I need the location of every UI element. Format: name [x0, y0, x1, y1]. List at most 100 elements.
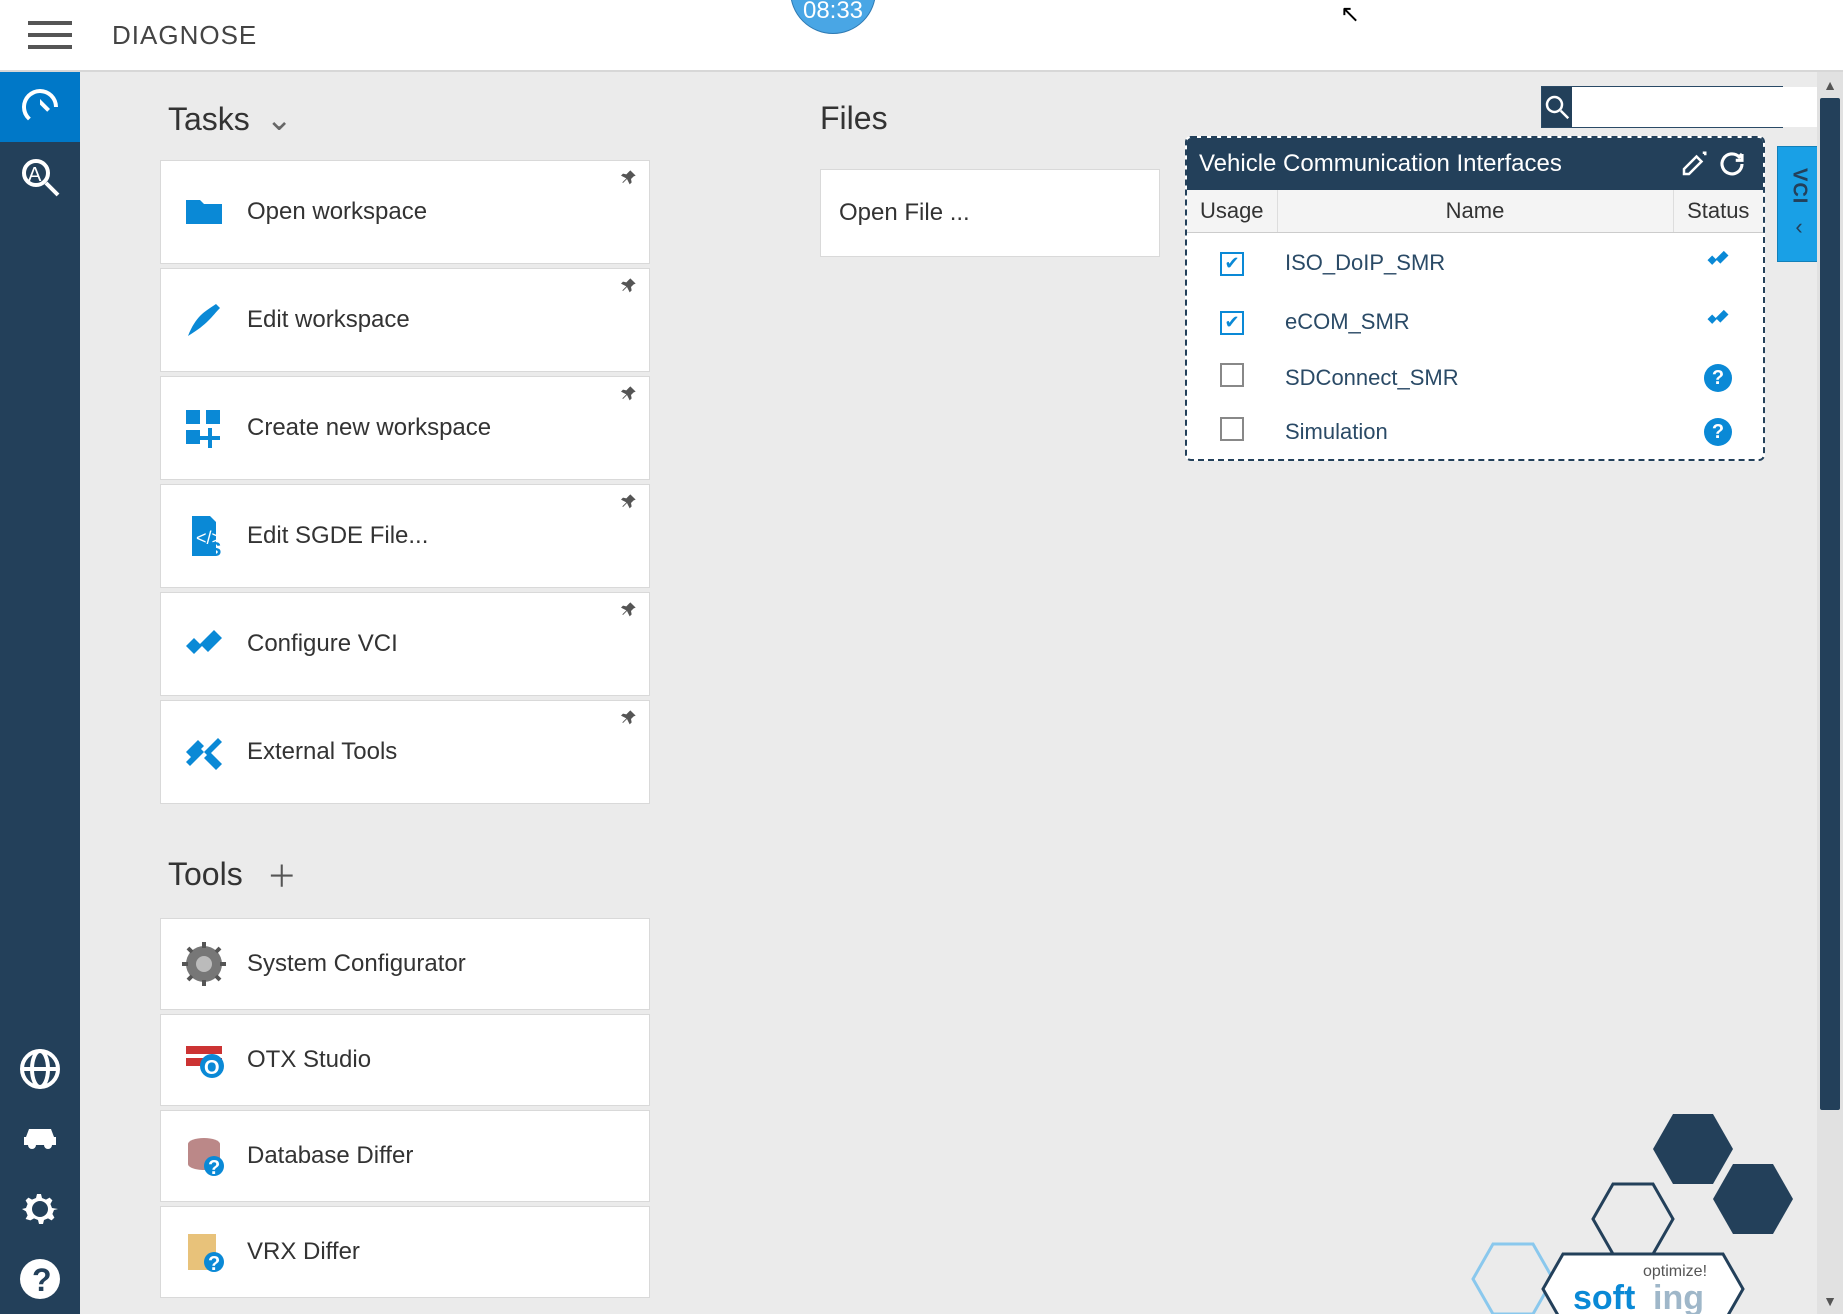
search-box[interactable]	[1541, 86, 1783, 128]
task-icon	[161, 296, 247, 344]
files-column: Files Open File ...	[820, 100, 1520, 257]
vci-tab-label: VCI	[1788, 168, 1811, 204]
page-title: DIAGNOSE	[112, 20, 257, 51]
vertical-scrollbar[interactable]: ▲ ▼	[1817, 72, 1843, 1314]
sidebar-item-web[interactable]	[0, 1034, 80, 1104]
vci-status	[1673, 292, 1763, 351]
pin-icon[interactable]	[621, 493, 637, 514]
pin-icon[interactable]	[621, 709, 637, 730]
globe-icon	[16, 1045, 64, 1093]
task-icon	[161, 620, 247, 668]
pin-icon[interactable]	[621, 277, 637, 298]
chevron-left-icon: ‹	[1795, 214, 1802, 240]
task-icon	[161, 728, 247, 776]
task-card[interactable]: Configure VCI	[160, 592, 650, 696]
vci-row[interactable]: Simulation?	[1187, 405, 1763, 459]
tool-label: System Configurator	[247, 950, 466, 978]
tool-card[interactable]: ? Database Differ	[160, 1110, 650, 1202]
task-label: Open workspace	[247, 198, 427, 226]
task-card[interactable]: Edit workspace	[160, 268, 650, 372]
tool-card[interactable]: System Configurator	[160, 918, 650, 1010]
task-label: External Tools	[247, 738, 397, 766]
logo-line2-b: ing	[1653, 1279, 1704, 1314]
help-status-icon: ?	[1704, 418, 1732, 446]
sidebar-item-help[interactable]: ?	[0, 1244, 80, 1314]
vci-name: Simulation	[1277, 405, 1673, 459]
search-input[interactable]	[1572, 87, 1820, 127]
sidebar-item-analyze[interactable]: A	[0, 142, 80, 212]
task-icon	[161, 188, 247, 236]
vci-status	[1673, 233, 1763, 293]
scroll-thumb[interactable]	[1820, 98, 1840, 1110]
vci-usage-checkbox[interactable]	[1220, 363, 1244, 387]
plug-icon	[1704, 249, 1732, 279]
scroll-down-icon[interactable]: ▼	[1817, 1288, 1843, 1314]
pin-icon[interactable]	[621, 169, 637, 190]
tool-label: Database Differ	[247, 1142, 413, 1170]
vci-side-tab[interactable]: VCI ‹	[1777, 146, 1821, 262]
task-label: Create new workspace	[247, 414, 491, 442]
plug-icon	[1704, 308, 1732, 338]
tool-label: OTX Studio	[247, 1046, 371, 1074]
refresh-icon[interactable]	[1713, 145, 1751, 183]
sidebar-item-diagnose[interactable]	[0, 72, 80, 142]
vci-col-status: Status	[1673, 190, 1763, 233]
left-sidebar: A ?	[0, 72, 80, 1314]
svg-text:O: O	[204, 1057, 220, 1079]
task-label: Configure VCI	[247, 630, 398, 658]
files-heading: Files	[820, 100, 1520, 137]
edit-icon[interactable]	[1675, 145, 1713, 183]
task-card[interactable]: External Tools	[160, 700, 650, 804]
tool-icon: ?	[161, 1132, 247, 1180]
tool-card[interactable]: O OTX Studio	[160, 1014, 650, 1106]
logo-line1: optimize!	[1643, 1263, 1707, 1280]
plus-icon[interactable]: ＋	[267, 852, 297, 896]
vci-name: SDConnect_SMR	[1277, 351, 1673, 405]
sidebar-item-vehicle[interactable]	[0, 1104, 80, 1174]
search-a-icon: A	[16, 153, 64, 201]
sidebar-item-settings[interactable]	[0, 1174, 80, 1244]
scroll-up-icon[interactable]: ▲	[1817, 72, 1843, 98]
vci-status: ?	[1673, 351, 1763, 405]
chevron-down-icon: ⌄	[266, 100, 293, 138]
top-bar: DIAGNOSE	[0, 0, 1843, 72]
brand-logo: optimize! soft ing	[1443, 1104, 1803, 1314]
task-label: Edit SGDE File...	[247, 522, 428, 550]
pin-icon[interactable]	[621, 385, 637, 406]
tool-card[interactable]: ? VRX Differ	[160, 1206, 650, 1298]
tool-icon	[161, 940, 247, 988]
help-icon: ?	[16, 1255, 64, 1303]
svg-text:S: S	[208, 539, 221, 560]
task-icon	[161, 404, 247, 452]
task-label: Edit workspace	[247, 306, 410, 334]
tools-heading[interactable]: Tools ＋	[168, 852, 650, 896]
vci-usage-checkbox[interactable]	[1220, 417, 1244, 441]
pin-icon[interactable]	[621, 601, 637, 622]
help-status-icon: ?	[1704, 364, 1732, 392]
gauge-icon	[16, 83, 64, 131]
hamburger-menu-button[interactable]	[28, 13, 72, 57]
tasks-heading-label: Tasks	[168, 101, 250, 138]
gear-icon	[16, 1185, 64, 1233]
logo-line2-a: soft	[1573, 1279, 1635, 1314]
content-area: VCI ‹ Vehicle Communication Interfaces U…	[80, 72, 1843, 1314]
tool-label: VRX Differ	[247, 1238, 360, 1266]
svg-text:?: ?	[32, 1262, 52, 1298]
tool-icon: O	[161, 1036, 247, 1084]
vci-status: ?	[1673, 405, 1763, 459]
svg-text:?: ?	[208, 1157, 220, 1179]
tasks-column: Tasks ⌄ Open workspace Edit workspace Crea…	[160, 100, 650, 1302]
vci-row[interactable]: eCOM_SMR	[1187, 292, 1763, 351]
car-icon	[16, 1115, 64, 1163]
search-icon	[1542, 87, 1572, 127]
svg-text:A: A	[28, 164, 42, 186]
tasks-heading[interactable]: Tasks ⌄	[160, 100, 650, 138]
vci-usage-checkbox[interactable]	[1220, 311, 1244, 335]
task-card[interactable]: </>SEdit SGDE File...	[160, 484, 650, 588]
task-card[interactable]: Open workspace	[160, 160, 650, 264]
svg-text:?: ?	[208, 1253, 220, 1275]
vci-name: eCOM_SMR	[1277, 292, 1673, 351]
task-card[interactable]: Create new workspace	[160, 376, 650, 480]
vci-row[interactable]: SDConnect_SMR?	[1187, 351, 1763, 405]
file-card[interactable]: Open File ...	[820, 169, 1160, 257]
